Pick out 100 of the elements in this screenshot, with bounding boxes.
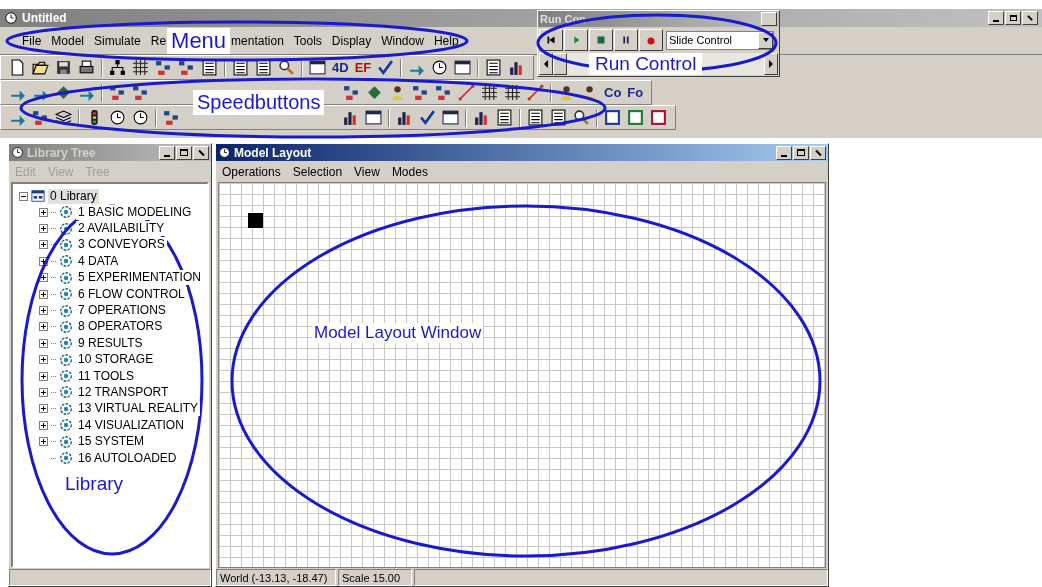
close-button[interactable] xyxy=(761,12,777,26)
window-icon[interactable] xyxy=(365,109,382,126)
maximize-button[interactable] xyxy=(176,145,192,160)
expand-button[interactable] xyxy=(39,240,48,250)
menu-item[interactable]: Operations xyxy=(222,162,281,181)
minimize-button[interactable] xyxy=(988,11,1004,25)
menu-item[interactable]: Tools xyxy=(293,31,322,50)
menu-item[interactable]: Window xyxy=(381,31,424,50)
clock-icon[interactable] xyxy=(431,59,449,76)
blocks-icon[interactable] xyxy=(32,109,49,126)
list-icon[interactable] xyxy=(485,59,503,76)
run-control-button[interactable] xyxy=(564,29,588,51)
close-button[interactable] xyxy=(193,145,209,160)
expand-button[interactable] xyxy=(39,355,48,365)
blocks-icon[interactable] xyxy=(178,59,195,76)
window-icon[interactable] xyxy=(454,59,472,76)
toolbar-button[interactable]: Fo xyxy=(627,84,644,101)
library-item[interactable]: 2 AVAILABILITY xyxy=(76,221,167,237)
grid-icon[interactable] xyxy=(481,84,498,101)
restore-button[interactable] xyxy=(1005,11,1021,25)
library-item[interactable]: 0 Library xyxy=(48,188,99,204)
blocks-icon[interactable] xyxy=(343,84,360,101)
expand-button[interactable] xyxy=(39,322,48,332)
clock-icon[interactable] xyxy=(132,109,149,126)
printer-icon[interactable] xyxy=(78,59,95,76)
framed-square-icon[interactable] xyxy=(650,109,667,126)
run-control-button[interactable] xyxy=(614,29,638,51)
search-icon[interactable] xyxy=(278,59,295,76)
framed-square-icon[interactable] xyxy=(604,109,621,126)
library-item[interactable]: 1 BASIC MODELING xyxy=(76,204,194,220)
expand-button[interactable] xyxy=(39,371,48,381)
person-icon[interactable] xyxy=(389,84,406,101)
expand-button[interactable] xyxy=(39,338,48,348)
expand-button[interactable] xyxy=(39,289,48,299)
expand-button[interactable] xyxy=(39,420,48,430)
expand-button[interactable] xyxy=(39,388,48,397)
expand-button[interactable] xyxy=(39,273,48,283)
minimize-button[interactable] xyxy=(159,145,175,160)
menu-item[interactable]: Re xyxy=(150,31,167,50)
menu-item[interactable]: Selection xyxy=(292,162,343,181)
framed-square-icon[interactable] xyxy=(627,109,644,126)
run-control-button[interactable] xyxy=(639,29,663,51)
check-icon[interactable] xyxy=(419,109,436,126)
search-icon[interactable] xyxy=(573,109,590,126)
list-icon[interactable] xyxy=(527,109,544,126)
menu-item[interactable]: File xyxy=(22,31,42,50)
bar-chart-icon[interactable] xyxy=(396,109,413,126)
minimize-button[interactable] xyxy=(776,145,792,160)
line-icon[interactable] xyxy=(527,84,544,101)
menu-item[interactable]: Display xyxy=(331,31,372,50)
status-field: Scale 15.00 xyxy=(338,569,412,586)
library-item[interactable]: 13 VIRTUAL REALITY xyxy=(76,401,201,417)
scroll-right-button[interactable] xyxy=(764,53,778,75)
toolbar-button[interactable]: 4D xyxy=(332,59,349,76)
clock-icon xyxy=(4,11,18,25)
check-icon[interactable] xyxy=(377,59,395,76)
library-icon xyxy=(31,189,45,203)
close-button[interactable] xyxy=(810,145,826,160)
folder-icon[interactable] xyxy=(32,59,49,76)
expand-button[interactable] xyxy=(39,207,48,217)
collapse-button[interactable] xyxy=(19,191,28,201)
expand-button[interactable] xyxy=(39,437,48,447)
toolbar-button[interactable]: EF xyxy=(354,59,372,76)
bar-chart-icon[interactable] xyxy=(342,109,359,126)
grid-icon[interactable] xyxy=(132,59,149,76)
expand-button[interactable] xyxy=(39,256,48,266)
menu-item[interactable]: Model xyxy=(51,31,85,50)
menu-item[interactable]: Modes xyxy=(391,162,428,181)
scroll-left-button[interactable] xyxy=(539,53,553,75)
document-icon[interactable] xyxy=(9,59,26,76)
blocks-icon[interactable] xyxy=(412,84,429,101)
run-control-button[interactable] xyxy=(539,29,563,51)
bar-chart-icon[interactable] xyxy=(473,109,490,126)
blocks-icon[interactable] xyxy=(155,59,172,76)
menu-item[interactable]: mentation xyxy=(231,31,284,50)
clock-icon[interactable] xyxy=(109,109,126,126)
list-icon[interactable] xyxy=(550,109,567,126)
hierarchy-icon[interactable] xyxy=(109,59,126,76)
window-icon[interactable] xyxy=(442,109,459,126)
blocks-icon[interactable] xyxy=(132,84,149,101)
window-icon[interactable] xyxy=(309,59,326,76)
expand-button[interactable] xyxy=(39,404,48,414)
toolbar-button[interactable]: Co xyxy=(604,84,622,101)
run-control-button[interactable] xyxy=(589,29,613,51)
menu-item[interactable]: Help xyxy=(433,31,459,50)
expand-button[interactable] xyxy=(39,224,48,234)
diamond-icon[interactable] xyxy=(366,84,383,101)
line-icon[interactable] xyxy=(458,84,475,101)
expand-button[interactable] xyxy=(39,306,48,316)
menu-item[interactable]: View xyxy=(354,162,380,181)
person-icon[interactable] xyxy=(558,84,575,101)
menu-item[interactable]: Simulate xyxy=(94,31,141,50)
close-button[interactable] xyxy=(1022,11,1038,25)
grid-icon[interactable] xyxy=(504,84,521,101)
blocks-icon[interactable] xyxy=(163,109,180,126)
library-item[interactable]: 5 EXPERIMENTATION xyxy=(76,270,203,286)
list-icon[interactable] xyxy=(496,109,513,126)
blocks-icon[interactable] xyxy=(435,84,452,101)
maximize-button[interactable] xyxy=(793,145,809,160)
mode-dropdown[interactable]: Slide Control xyxy=(666,30,774,50)
